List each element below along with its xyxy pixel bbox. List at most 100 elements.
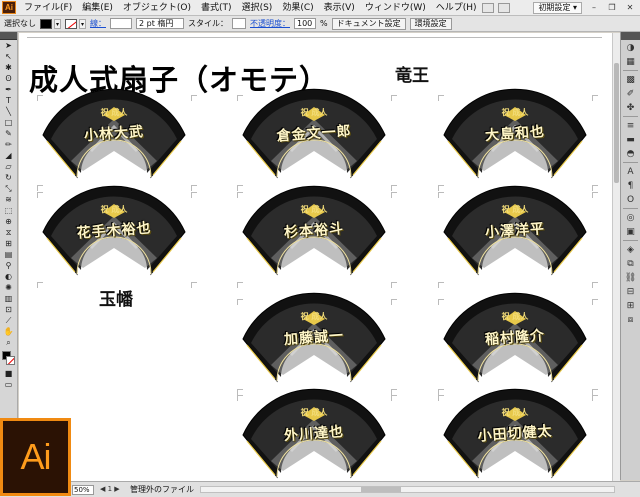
free-transform-tool-icon[interactable]: ⬚ [1,205,17,216]
line-tool-icon[interactable]: ╲ [1,106,17,117]
blend-tool-icon[interactable]: ◐ [1,271,17,282]
menu-effect[interactable]: 効果(C) [277,0,318,16]
warp-tool-icon[interactable]: ≋ [1,194,17,205]
stroke-panel-icon[interactable]: ≡ [622,119,640,132]
color-mode-icon[interactable]: ■ [1,368,17,379]
vertical-scrollbar[interactable] [612,33,620,481]
screen-mode-icon[interactable]: ▭ [1,379,17,390]
fan-design[interactable]: 祝 成人 稲村隆介 [442,292,588,385]
menu-select[interactable]: 選択(S) [237,0,278,16]
rotate-tool-icon[interactable]: ↻ [1,172,17,183]
artboard-tool-icon[interactable]: ⊡ [1,304,17,315]
eyedropper-tool-icon[interactable]: ⚲ [1,260,17,271]
hand-tool-icon[interactable]: ✋ [1,326,17,337]
eraser-tool-icon[interactable]: ▱ [1,161,17,172]
zoom-field[interactable]: 50% [72,485,94,495]
blob-brush-tool-icon[interactable]: ◢ [1,150,17,161]
type-tool-icon[interactable]: T [1,95,17,106]
symbol-sprayer-tool-icon[interactable]: ✺ [1,282,17,293]
paragraph-panel-icon[interactable]: ¶ [622,179,640,192]
restore-icon[interactable]: ❐ [606,3,618,14]
fan-design[interactable]: 祝 成人 外川達也 [241,388,387,481]
transform-panel-icon[interactable]: ⊞ [622,299,640,312]
align-panel-icon[interactable]: ⊟ [622,285,640,298]
brush-definition[interactable]: 2 pt 楕円 [136,18,184,29]
character-panel-icon[interactable]: A [622,165,640,178]
workspace-switcher[interactable]: 初期設定 ▾ [533,2,582,14]
fan-design[interactable]: 祝 成人 大島和也 [442,88,588,181]
bridge-icon[interactable] [481,2,494,13]
opacity-field[interactable]: 100 [294,18,316,29]
color-guide-icon[interactable]: ▦ [622,55,640,68]
fan-design[interactable]: 祝 成人 倉金文一郎 [241,88,387,181]
chevron-down-icon[interactable]: ▾ [54,18,61,29]
fan-design[interactable]: 祝 成人 花手木裕也 [41,185,187,278]
menu-type[interactable]: 書式(T) [196,0,237,16]
preferences-button[interactable]: 環境設定 [409,17,452,30]
direct-selection-tool-icon[interactable]: ↖ [1,51,17,62]
opentype-panel-icon[interactable]: O [622,193,640,206]
artboards-panel-icon[interactable]: ⧉ [622,257,640,270]
style-picker[interactable] [232,18,246,29]
app-icon[interactable]: Ai [2,1,16,14]
tools-panel-header[interactable] [0,32,17,40]
layers-panel-icon[interactable]: ◈ [622,243,640,256]
fill-stroke-swatches[interactable] [0,350,17,368]
swatches-panel-icon[interactable]: ▩ [622,73,640,86]
document-canvas[interactable]: 成人式扇子（オモテ） 竜王 玉幡 祝 成人 小林大武 祝 成人 倉金文一郎 祝 成人… [19,33,620,481]
opacity-label[interactable]: 不透明度： [250,18,290,29]
fan-design[interactable]: 祝 成人 小林大武 [41,88,187,181]
rectangle-tool-icon[interactable]: □ [1,117,17,128]
vertical-scroll-thumb[interactable] [614,63,619,183]
chevron-down-icon[interactable]: ▾ [79,18,86,29]
magic-wand-tool-icon[interactable]: ✱ [1,62,17,73]
brushes-panel-icon[interactable]: ✐ [622,87,640,100]
artboard-navigator[interactable]: ◀ 1 ▶ [100,485,120,493]
shape-builder-tool-icon[interactable]: ⊕ [1,216,17,227]
mesh-tool-icon[interactable]: ⊞ [1,238,17,249]
transparency-panel-icon[interactable]: ◓ [622,147,640,160]
menu-help[interactable]: ヘルプ(H) [431,0,482,16]
close-icon[interactable]: ✕ [624,3,636,14]
slice-tool-icon[interactable]: ⟋ [1,315,17,326]
gradient-tool-icon[interactable]: ▤ [1,249,17,260]
pen-tool-icon[interactable]: ✒ [1,84,17,95]
stroke-swatch[interactable] [65,18,77,29]
color-panel-icon[interactable]: ◑ [622,41,640,54]
fill-swatch[interactable] [40,18,52,29]
pencil-tool-icon[interactable]: ✏ [1,139,17,150]
lasso-tool-icon[interactable]: ʘ [1,73,17,84]
graph-tool-icon[interactable]: ▥ [1,293,17,304]
horizontal-scroll-thumb[interactable] [361,487,401,492]
stroke-control[interactable]: ▾ [65,18,86,29]
stroke-color-icon[interactable] [6,356,15,365]
fan-design[interactable]: 祝 成人 加藤誠一 [241,292,387,385]
arrange-icon[interactable] [497,2,510,13]
zoom-tool-icon[interactable]: ⌕ [1,337,17,348]
appearance-panel-icon[interactable]: ◎ [622,211,640,224]
menu-file[interactable]: ファイル(F) [19,0,77,16]
selection-tool-icon[interactable]: ➤ [1,40,17,51]
minimize-icon[interactable]: – [588,3,600,14]
pathfinder-panel-icon[interactable]: ⧈ [622,313,640,326]
menu-view[interactable]: 表示(V) [319,0,360,16]
stroke-weight-field[interactable] [110,18,132,29]
fan-design[interactable]: 祝 成人 小澤洋平 [442,185,588,278]
symbols-panel-icon[interactable]: ✤ [622,101,640,114]
graphic-styles-panel-icon[interactable]: ▣ [622,225,640,238]
menu-edit[interactable]: 編集(E) [77,0,118,16]
scale-tool-icon[interactable]: ⤡ [1,183,17,194]
menu-object[interactable]: オブジェクト(O) [118,0,196,16]
panel-dock-header[interactable] [621,32,640,40]
stroke-label[interactable]: 線： [90,18,106,29]
links-panel-icon[interactable]: ⛓ [622,271,640,284]
horizontal-scrollbar[interactable] [200,486,615,493]
document-setup-button[interactable]: ドキュメント設定 [331,17,406,30]
gradient-panel-icon[interactable]: ▬ [622,133,640,146]
fan-design[interactable]: 祝 成人 杉本裕斗 [241,185,387,278]
fan-design[interactable]: 祝 成人 小田切健太 [442,388,588,481]
status-label[interactable]: 管理外のファイル [130,484,194,495]
paintbrush-tool-icon[interactable]: ✎ [1,128,17,139]
menu-window[interactable]: ウィンドウ(W) [360,0,431,16]
perspective-grid-tool-icon[interactable]: ⧖ [1,227,17,238]
